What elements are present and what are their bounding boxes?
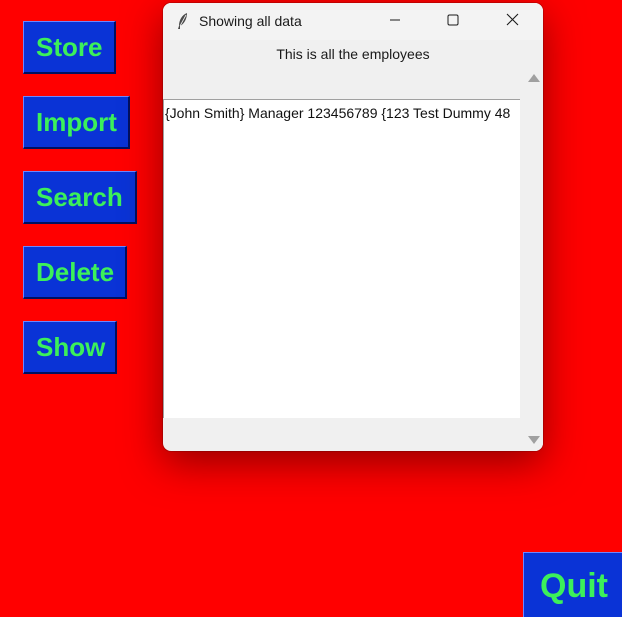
show-data-window: Showing all data This is all the employe… <box>163 3 543 451</box>
close-button[interactable] <box>489 3 535 40</box>
show-button[interactable]: Show <box>23 321 117 374</box>
maximize-button[interactable] <box>430 3 476 40</box>
delete-button[interactable]: Delete <box>23 246 127 299</box>
scroll-down-icon[interactable] <box>528 436 540 444</box>
vertical-scrollbar[interactable] <box>523 67 543 451</box>
import-button[interactable]: Import <box>23 96 130 149</box>
title-bar[interactable]: Showing all data <box>163 3 543 40</box>
window-title: Showing all data <box>199 13 302 29</box>
quit-button[interactable]: Quit <box>523 552 622 617</box>
search-button[interactable]: Search <box>23 171 137 224</box>
close-icon <box>506 13 519 31</box>
scroll-up-icon[interactable] <box>528 74 540 82</box>
list-item[interactable]: {John Smith} Manager 123456789 {123 Test… <box>165 105 510 121</box>
minimize-icon <box>389 13 401 31</box>
minimize-button[interactable] <box>372 3 418 40</box>
employees-heading: This is all the employees <box>276 46 430 62</box>
feather-icon <box>175 12 191 30</box>
store-button[interactable]: Store <box>23 21 116 74</box>
employee-listbox[interactable]: {John Smith} Manager 123456789 {123 Test… <box>163 99 520 418</box>
maximize-icon <box>447 13 459 31</box>
